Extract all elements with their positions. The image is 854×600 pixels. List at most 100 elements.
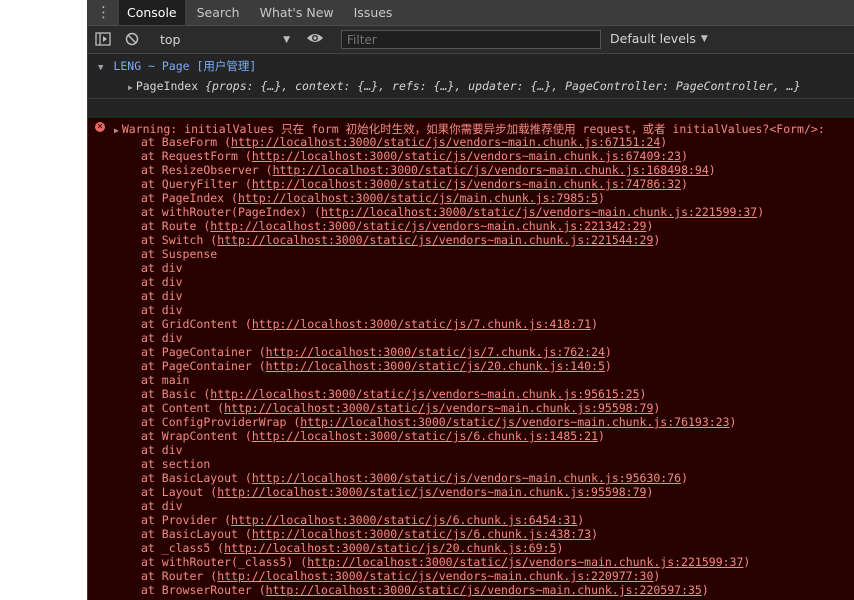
filter-input[interactable]	[341, 30, 601, 49]
frame-link[interactable]: http://localhost:3000/static/js/7.chunk.…	[266, 345, 605, 359]
paren-close: )	[729, 415, 737, 429]
frame-link[interactable]: http://localhost:3000/static/js/vendors~…	[273, 163, 709, 177]
frame-prefix: at	[141, 527, 162, 541]
frame-link[interactable]: http://localhost:3000/static/js/vendors~…	[252, 149, 681, 163]
frame-link[interactable]: http://localhost:3000/static/js/main.chu…	[238, 191, 598, 205]
paren-open: (	[237, 177, 252, 191]
paren-close: )	[639, 387, 647, 401]
error-icon: ✕	[95, 122, 105, 132]
stack-frame: at QueryFilter (http://localhost:3000/st…	[141, 177, 688, 191]
frame-link[interactable]: http://localhost:3000/static/js/vendors~…	[231, 135, 660, 149]
paren-close: )	[591, 527, 599, 541]
stack-frame: at BrowserRouter (http://localhost:3000/…	[141, 583, 709, 597]
tab-issues[interactable]: Issues	[346, 0, 401, 25]
frame-prefix: at	[141, 233, 162, 247]
frame-prefix: at	[141, 429, 162, 443]
stack-frame: at main	[141, 373, 189, 387]
stack-frame: at section	[141, 457, 210, 471]
eye-icon[interactable]	[306, 31, 324, 45]
frame-name: _class5	[161, 541, 211, 555]
frame-prefix: at	[141, 499, 162, 513]
paren-open: (	[224, 191, 238, 205]
paren-open: (	[203, 485, 218, 499]
frame-link[interactable]: http://localhost:3000/static/js/vendors~…	[307, 555, 743, 569]
paren-close: )	[598, 429, 605, 443]
context-selector[interactable]: top ▼	[160, 31, 290, 48]
frame-prefix: at	[141, 471, 162, 485]
frame-link[interactable]: http://localhost:3000/static/js/20.chunk…	[224, 541, 556, 555]
paren-close: )	[604, 359, 612, 373]
sidebar-toggle-icon[interactable]	[95, 32, 111, 46]
clear-console-icon[interactable]	[125, 32, 139, 46]
frame-prefix: at	[141, 163, 162, 177]
tab-whats-new[interactable]: What's New	[252, 0, 342, 25]
frame-name: div	[161, 499, 183, 513]
log-levels-dropdown[interactable]: Default levels ▼	[610, 31, 708, 46]
paren-close: )	[646, 485, 654, 499]
stack-frame: at Router (http://localhost:3000/static/…	[141, 569, 660, 583]
frame-link[interactable]: http://localhost:3000/static/js/vendors~…	[210, 219, 646, 233]
frame-name: Basic	[161, 387, 197, 401]
paren-open: (	[237, 429, 252, 443]
frame-prefix: at	[141, 583, 162, 597]
expand-triangle-icon[interactable]: ▼	[98, 63, 103, 73]
frame-link[interactable]: http://localhost:3000/static/js/vendors~…	[252, 471, 681, 485]
stack-frame: at BasicLayout (http://localhost:3000/st…	[141, 471, 688, 485]
paren-open: (	[251, 345, 266, 359]
paren-close: )	[653, 233, 661, 247]
stack-frame: at PageContainer (http://localhost:3000/…	[141, 345, 612, 359]
group-header[interactable]: ▼ LENG ~ Page [用户管理]	[98, 58, 256, 74]
paren-open: (	[237, 149, 252, 163]
frame-link[interactable]: http://localhost:3000/static/js/vendors~…	[224, 401, 653, 415]
devtools-panel: ⋮ Console Search What's New Issues top ▼	[87, 0, 854, 600]
frame-link[interactable]: http://localhost:3000/static/js/6.chunk.…	[252, 527, 591, 541]
paren-open: (	[237, 317, 252, 331]
frame-prefix: at	[141, 359, 162, 373]
frame-prefix: at	[141, 205, 162, 219]
stack-frame: at WrapContent (http://localhost:3000/st…	[141, 429, 605, 443]
frame-link[interactable]: http://localhost:3000/static/js/vendors~…	[217, 485, 646, 499]
frame-prefix: at	[141, 289, 162, 303]
stack-frame: at RequestForm (http://localhost:3000/st…	[141, 149, 688, 163]
frame-name: Switch	[161, 233, 204, 247]
tab-console[interactable]: Console	[119, 0, 185, 25]
error-text: Warning: initialValues 只在 form 初始化时生效，如果…	[121, 122, 825, 136]
frame-name: BasicLayout	[161, 471, 238, 485]
frame-link[interactable]: http://localhost:3000/static/js/20.chunk…	[266, 359, 605, 373]
frame-link[interactable]: http://localhost:3000/static/js/vendors~…	[210, 387, 639, 401]
stack-frame: at div	[141, 499, 183, 513]
tab-search[interactable]: Search	[189, 0, 248, 25]
frame-link[interactable]: http://localhost:3000/static/js/vendors~…	[252, 177, 681, 191]
frame-name: Route	[161, 219, 197, 233]
object-summary: {props: {…}, context: {…}, refs: {…}, up…	[205, 79, 801, 93]
stack-frame: at div	[141, 275, 183, 289]
paren-close: )	[660, 135, 668, 149]
frame-link[interactable]: http://localhost:3000/static/js/vendors~…	[217, 233, 653, 247]
frame-prefix: at	[141, 149, 162, 163]
paren-open: (	[258, 163, 273, 177]
stack-frame: at BaseForm (http://localhost:3000/stati…	[141, 135, 667, 149]
console-group: ▼ LENG ~ Page [用户管理] ▶ PageIndex {props: {…	[88, 54, 854, 99]
frame-link[interactable]: http://localhost:3000/static/js/vendors~…	[300, 415, 729, 429]
collapse-triangle-icon[interactable]: ▶	[128, 83, 133, 92]
frame-prefix: at	[141, 457, 162, 471]
frame-name: Content	[161, 401, 211, 415]
frame-link[interactable]: http://localhost:3000/static/js/vendors~…	[321, 205, 757, 219]
kebab-menu-icon[interactable]: ⋮	[88, 0, 119, 25]
stack-frame: at div	[141, 261, 183, 275]
paren-open: (	[251, 359, 266, 373]
collapse-triangle-icon[interactable]: ▶	[114, 126, 119, 135]
group-label: LENG ~ Page [用户管理]	[113, 59, 257, 73]
frame-link[interactable]: http://localhost:3000/static/js/vendors~…	[217, 569, 653, 583]
paren-open: (	[203, 569, 218, 583]
frame-prefix: at	[141, 541, 162, 555]
frame-link[interactable]: http://localhost:3000/static/js/vendors~…	[266, 583, 702, 597]
frame-link[interactable]: http://localhost:3000/static/js/6.chunk.…	[252, 429, 598, 443]
frame-name: Layout	[161, 485, 204, 499]
frame-link[interactable]: http://localhost:3000/static/js/7.chunk.…	[252, 317, 591, 331]
frame-link[interactable]: http://localhost:3000/static/js/6.chunk.…	[231, 513, 577, 527]
frame-name: ConfigProviderWrap	[161, 415, 287, 429]
logged-object[interactable]: ▶ PageIndex {props: {…}, context: {…}, re…	[128, 79, 801, 93]
frame-prefix: at	[141, 569, 162, 583]
paren-open: (	[237, 471, 252, 485]
